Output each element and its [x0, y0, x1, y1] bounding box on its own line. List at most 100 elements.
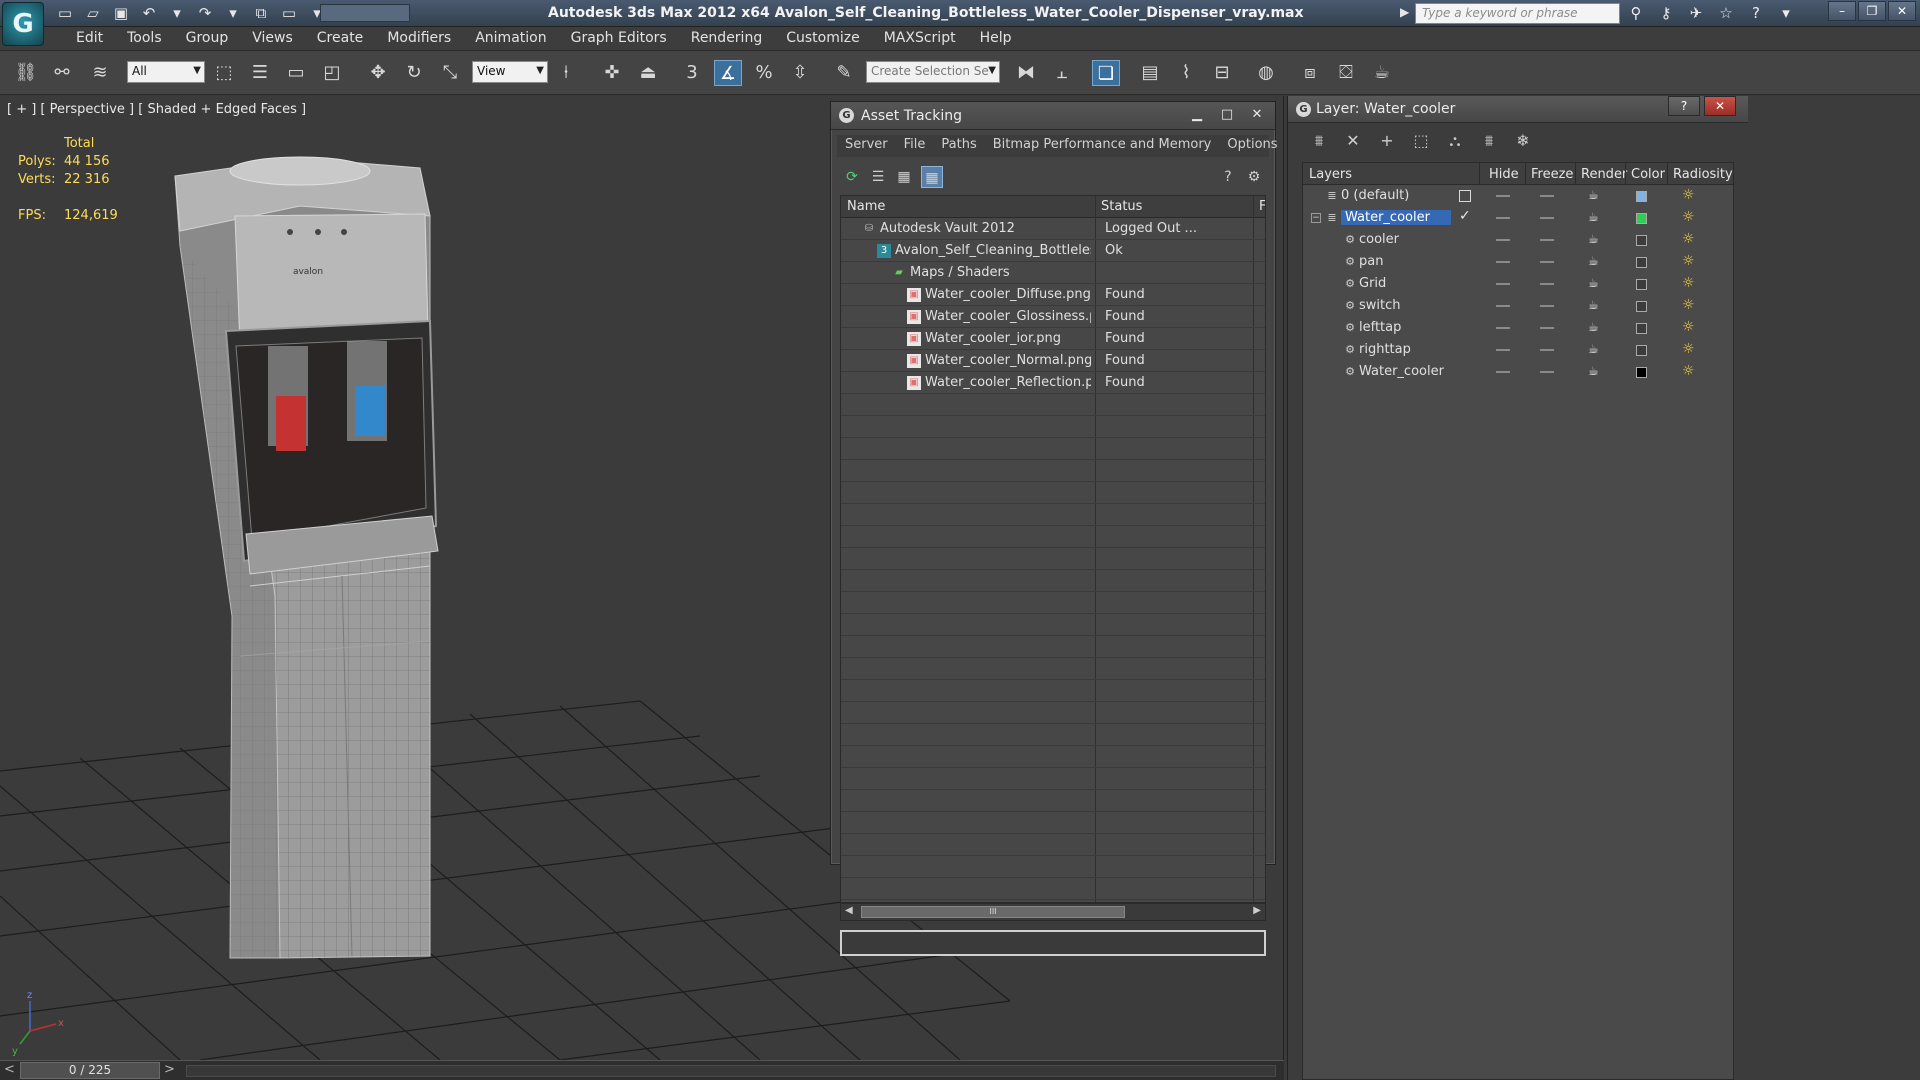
layer-color-swatch[interactable]	[1636, 345, 1647, 356]
asset-row[interactable]: ▣ Water_cooler_Diffuse.png Found	[841, 284, 1265, 306]
freeze-toggle[interactable]	[1540, 327, 1554, 329]
layer-color-swatch[interactable]	[1636, 367, 1647, 378]
rectangular-selection-icon[interactable]: ▭	[282, 60, 310, 86]
asset-menu-bitmap[interactable]: Bitmap Performance and Memory	[985, 135, 1220, 157]
freeze-toggle[interactable]	[1540, 195, 1554, 197]
render-setup-icon[interactable]: ⧈	[1296, 60, 1324, 86]
layer-name[interactable]: pan	[1359, 254, 1383, 269]
asset-path-field[interactable]	[840, 930, 1266, 956]
layer-row[interactable]: ⚙ cooler ☕ ☼	[1303, 229, 1733, 251]
snaps-toggle-icon[interactable]: 3	[678, 60, 706, 86]
time-slider[interactable]: 0 / 225	[20, 1062, 160, 1079]
radiosity-sun-icon[interactable]: ☼	[1682, 187, 1695, 203]
unlink-icon[interactable]: ⚯	[48, 60, 76, 86]
asset-help-icon[interactable]: ?	[1217, 166, 1239, 188]
menu-animation[interactable]: Animation	[463, 30, 558, 46]
rendered-frame-window-icon[interactable]: ⛋	[1332, 60, 1360, 86]
radiosity-sun-icon[interactable]: ☼	[1682, 209, 1695, 225]
layer-color-swatch[interactable]	[1636, 235, 1647, 246]
teapot-render-icon[interactable]: ☕	[1588, 210, 1599, 224]
teapot-render-icon[interactable]: ☕	[1588, 320, 1599, 334]
spinner-snap-icon[interactable]: ⇳	[786, 60, 814, 86]
asset-menu-options[interactable]: Options	[1219, 135, 1285, 157]
window-crossing-icon[interactable]: ◰	[318, 60, 346, 86]
col-layers-header[interactable]: Layers	[1309, 167, 1352, 182]
layer-help-button[interactable]: ?	[1668, 96, 1700, 116]
teapot-render-icon[interactable]: ☕	[1588, 254, 1599, 268]
help-icon[interactable]: ?	[1745, 3, 1767, 23]
radiosity-sun-icon[interactable]: ☼	[1682, 253, 1695, 269]
align-icon[interactable]: ⫠	[1048, 60, 1076, 86]
layer-row[interactable]: ⚙ righttap ☕ ☼	[1303, 339, 1733, 361]
radiosity-sun-icon[interactable]: ☼	[1682, 275, 1695, 291]
asset-menu-server[interactable]: Server	[837, 135, 896, 157]
menu-rendering[interactable]: Rendering	[679, 30, 775, 46]
select-by-name-icon[interactable]: ☰	[246, 60, 274, 86]
new-file-icon[interactable]: ▭	[54, 3, 76, 23]
refresh-icon[interactable]: ⟳	[841, 166, 863, 188]
render-production-icon[interactable]: ☕	[1368, 60, 1396, 86]
layer-color-swatch[interactable]	[1636, 323, 1647, 334]
select-and-link-icon[interactable]: ⛓	[12, 60, 40, 86]
undo-dropdown-icon[interactable]: ▾	[166, 3, 188, 23]
layer-name[interactable]: switch	[1359, 298, 1401, 313]
layer-color-swatch[interactable]	[1636, 257, 1647, 268]
col-hide-header[interactable]: Hide	[1489, 167, 1519, 182]
app-logo-icon[interactable]: G	[2, 2, 44, 46]
asset-row[interactable]: ▣ Water_cooler_Reflection.png Found	[841, 372, 1265, 394]
reference-coordinate-combo[interactable]: View	[472, 61, 548, 83]
asset-menu-paths[interactable]: Paths	[933, 135, 984, 157]
teapot-render-icon[interactable]: ☕	[1588, 188, 1599, 202]
edit-named-selection-icon[interactable]: ✎	[830, 60, 858, 86]
layer-name[interactable]: Water_cooler	[1341, 210, 1451, 225]
close-button[interactable]: ✕	[1888, 1, 1916, 21]
menu-graph-editors[interactable]: Graph Editors	[559, 30, 679, 46]
curve-editor-icon[interactable]: ⌇	[1172, 60, 1200, 86]
thumbnail-view-icon[interactable]: ▦	[893, 166, 915, 188]
asset-close-button[interactable]: ✕	[1245, 106, 1269, 124]
select-and-rotate-icon[interactable]: ↻	[400, 60, 428, 86]
keyboard-shortcut-override-icon[interactable]: ⏏	[634, 60, 662, 86]
layer-color-swatch[interactable]	[1636, 213, 1647, 224]
communication-icon[interactable]: ✈	[1685, 3, 1707, 23]
teapot-render-icon[interactable]: ☕	[1588, 298, 1599, 312]
asset-menu-file[interactable]: File	[896, 135, 934, 157]
menu-customize[interactable]: Customize	[774, 30, 872, 46]
layer-name[interactable]: Grid	[1359, 276, 1386, 291]
layer-row[interactable]: ≣ 0 (default) ☕ ☼	[1303, 185, 1733, 207]
menu-help[interactable]: Help	[968, 30, 1024, 46]
layer-name[interactable]: cooler	[1359, 232, 1399, 247]
binoculars-icon[interactable]: ⚲	[1625, 3, 1647, 23]
menu-create[interactable]: Create	[305, 30, 376, 46]
hide-toggle[interactable]	[1496, 283, 1510, 285]
col-freeze-header[interactable]: Freeze	[1531, 167, 1573, 182]
hide-toggle[interactable]	[1496, 217, 1510, 219]
layer-manager-icon[interactable]: ❏	[1092, 60, 1120, 86]
asset-help-options-icon[interactable]: ⚙	[1243, 166, 1265, 188]
select-and-manipulate-icon[interactable]: ✜	[598, 60, 626, 86]
col-render-header[interactable]: Render	[1581, 167, 1627, 182]
freeze-toggle[interactable]	[1540, 349, 1554, 351]
open-file-icon[interactable]: ▱	[82, 3, 104, 23]
layer-name[interactable]: lefttap	[1359, 320, 1401, 335]
freeze-toggle[interactable]	[1540, 261, 1554, 263]
undo-icon[interactable]: ↶	[138, 3, 160, 23]
selection-filter-combo[interactable]: All	[127, 61, 205, 83]
subscription-icon[interactable]: ⚷	[1655, 3, 1677, 23]
menu-tools[interactable]: Tools	[115, 30, 174, 46]
layer-row[interactable]: ⚙ Grid ☕ ☼	[1303, 273, 1733, 295]
workspace-icon[interactable]: ▭	[278, 3, 300, 23]
asset-row[interactable]: ▰ Maps / Shaders	[841, 262, 1265, 284]
col-name-header[interactable]: Name	[847, 199, 885, 214]
timeline-track[interactable]	[186, 1065, 1276, 1077]
col-status-header[interactable]: Status	[1101, 199, 1142, 214]
select-and-move-icon[interactable]: ✥	[364, 60, 392, 86]
favorites-star-icon[interactable]: ☆	[1715, 3, 1737, 23]
help-dropdown-icon[interactable]: ▾	[1775, 3, 1797, 23]
menu-maxscript[interactable]: MAXScript	[872, 30, 968, 46]
freeze-toggle[interactable]	[1540, 239, 1554, 241]
teapot-render-icon[interactable]: ☕	[1588, 276, 1599, 290]
layer-name[interactable]: Water_cooler	[1359, 364, 1444, 379]
set-current-layer-box[interactable]	[1459, 190, 1471, 202]
asset-tracking-titlebar[interactable]: G Asset Tracking ▁ □ ✕	[831, 102, 1275, 130]
